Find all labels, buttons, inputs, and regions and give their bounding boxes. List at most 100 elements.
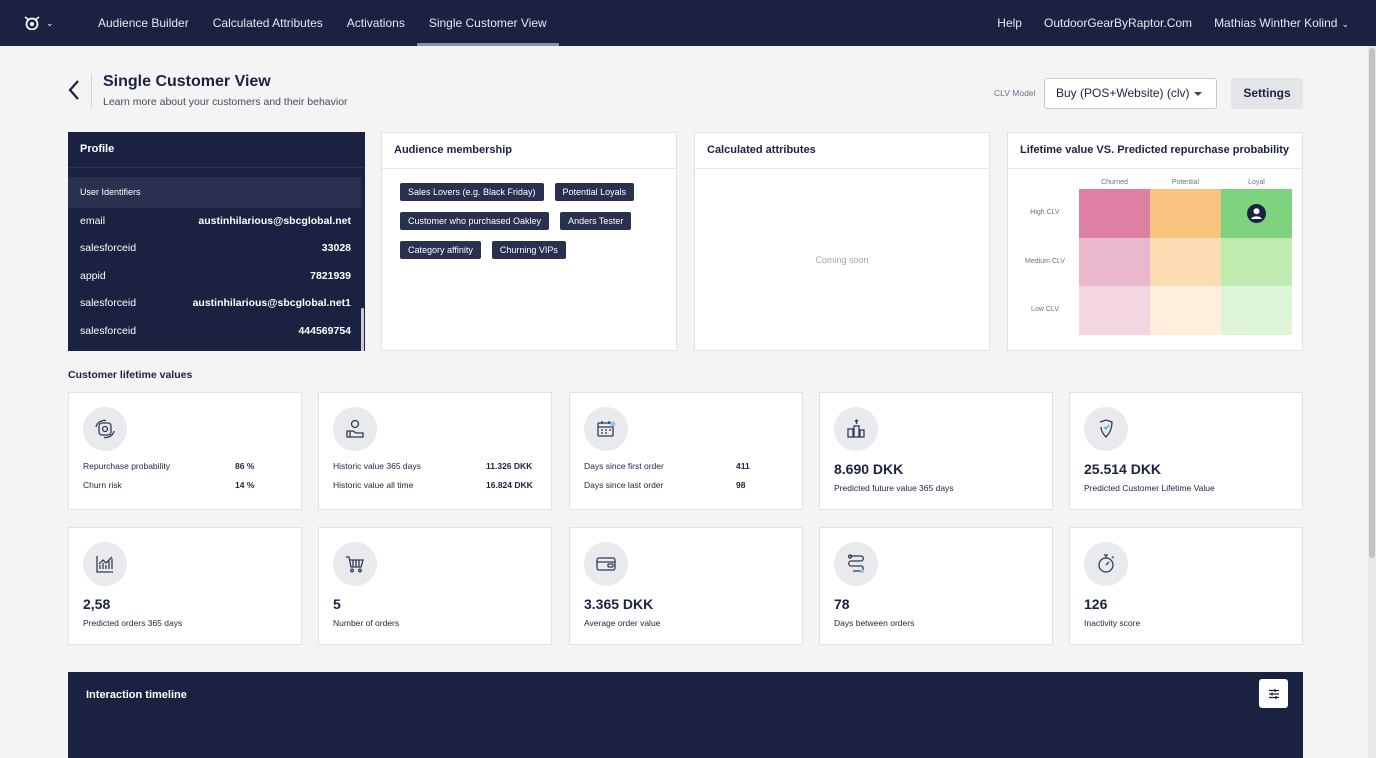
matrix-cell: [1150, 286, 1221, 335]
historic-value-icon: [333, 407, 377, 451]
metric-label: Churn risk: [83, 480, 122, 490]
matrix-cell: [1221, 237, 1292, 286]
ltv-matrix-card: Lifetime value VS. Predicted repurchase …: [1007, 132, 1303, 351]
clv-shield-icon: [1084, 407, 1128, 451]
audience-chip[interactable]: Anders Tester: [560, 212, 632, 230]
sliders-icon: [1268, 688, 1279, 699]
matrix-cell: [1079, 189, 1150, 238]
settings-button[interactable]: Settings: [1231, 78, 1303, 109]
matrix-column-label: Potential: [1171, 179, 1200, 186]
top-nav: ⌄ Audience Builder Calculated Attributes…: [0, 0, 1376, 46]
audience-chip[interactable]: Customer who purchased Oakley: [400, 212, 550, 230]
cart-icon: [333, 542, 377, 586]
user-name: Mathias Winther Kolind: [1214, 16, 1338, 30]
timeline-filter-button[interactable]: [1259, 679, 1288, 708]
metric-big-value: 5: [333, 596, 341, 612]
repurchase-icon: [83, 407, 127, 451]
nav-activations[interactable]: Activations: [335, 0, 417, 46]
metric-card-repurchase: Repurchase probability 86 % Churn risk 1…: [68, 392, 302, 510]
audience-chip[interactable]: Category affinity: [400, 241, 481, 259]
page-title: Single Customer View: [103, 73, 271, 90]
header-divider: [91, 74, 92, 108]
metric-card-historic-value: Historic value 365 days 11.326 DKK Histo…: [318, 392, 552, 510]
metric-caption: Predicted future value 365 days: [834, 483, 954, 493]
raptor-logo-icon: [24, 16, 40, 30]
app-logo-menu[interactable]: ⌄: [24, 16, 60, 30]
metric-card-average-order-value: 3.365 DKK Average order value: [569, 527, 803, 645]
metric-value: 16.824 DKK: [486, 480, 533, 490]
calculated-attributes-title: Calculated attributes: [695, 133, 989, 169]
matrix-cell: [1150, 189, 1221, 238]
metric-big-value: 25.514 DKK: [1084, 461, 1162, 477]
metric-caption: Number of orders: [333, 618, 400, 628]
growth-chart-icon: [83, 542, 127, 586]
matrix-cell: [1221, 286, 1292, 335]
metric-value: 86 %: [235, 461, 255, 471]
nav-calculated-attributes[interactable]: Calculated Attributes: [201, 0, 335, 46]
clv-model-select[interactable]: Buy (POS+Website) (clv): [1044, 78, 1217, 109]
page-scrollbar[interactable]: [1368, 46, 1376, 758]
route-icon: [834, 542, 878, 586]
identifier-scrollbar[interactable]: [361, 308, 364, 351]
metric-card-predicted-clv: 25.514 DKK Predicted Customer Lifetime V…: [1069, 392, 1303, 510]
identifier-key: salesforceid: [80, 297, 137, 310]
audience-chip[interactable]: Potential Loyals: [554, 183, 635, 201]
profile-card: Profile User Identifiers email austinhila…: [68, 132, 365, 351]
identifier-row: appid 7821939: [80, 263, 351, 290]
matrix-row-label: Low CLV: [1031, 306, 1059, 313]
metric-big-value: 2,58: [83, 596, 111, 612]
nav-audience-builder[interactable]: Audience Builder: [86, 0, 201, 46]
metric-big-value: 126: [1084, 596, 1108, 612]
metric-value: 411: [736, 461, 750, 471]
metric-label: Days since last order: [584, 480, 664, 490]
identifier-row: salesforceid 444569754: [80, 318, 351, 345]
metric-card-order-days: Days since first order 411 Days since la…: [569, 392, 803, 510]
back-button[interactable]: [64, 78, 86, 102]
identifier-value: austinhilarious@sbcglobal.net1: [192, 297, 351, 310]
chevron-down-icon: ⌄: [1341, 19, 1349, 29]
matrix-column-label: Churned: [1101, 179, 1128, 186]
matrix-cell: [1150, 237, 1221, 286]
metric-value: 98: [736, 480, 746, 490]
audience-membership-title: Audience membership: [382, 133, 676, 169]
metric-value: 11.326 DKK: [486, 461, 533, 471]
audience-chip[interactable]: Churning VIPs: [491, 241, 566, 259]
user-identifiers-header: User Identifiers: [68, 177, 361, 208]
profile-title: Profile: [68, 132, 365, 168]
page-subtitle: Learn more about your customers and thei…: [103, 96, 348, 108]
identifier-value: 444569754: [298, 324, 351, 337]
main-nav: Audience Builder Calculated Attributes A…: [86, 0, 559, 46]
coming-soon-text: Coming soon: [815, 255, 869, 265]
matrix-column-label: Loyal: [1248, 179, 1265, 186]
metric-card-predicted-orders: 2,58 Predicted orders 365 days: [68, 527, 302, 645]
metric-caption: Inactivity score: [1084, 618, 1141, 628]
metric-caption: Average order value: [584, 618, 661, 628]
metric-big-value: 3.365 DKK: [584, 596, 654, 612]
interaction-timeline: Interaction timeline: [68, 672, 1303, 758]
clv-section-title: Customer lifetime values: [68, 369, 193, 381]
audience-chip[interactable]: Sales Lovers (e.g. Black Friday): [400, 183, 544, 201]
identifier-key: email: [80, 215, 106, 227]
identifier-key: appid: [80, 269, 106, 282]
metric-big-value: 78: [834, 596, 850, 612]
nav-account[interactable]: OutdoorGearByRaptor.Com: [1033, 0, 1203, 46]
metric-big-value: 8.690 DKK: [834, 461, 904, 477]
coins-icon: [834, 407, 878, 451]
identifier-row: salesforceid 33028: [80, 235, 351, 262]
metric-label: Days since first order: [584, 461, 664, 471]
nav-help[interactable]: Help: [986, 0, 1033, 46]
metric-card-number-of-orders: 5 Number of orders: [318, 527, 552, 645]
metric-card-days-between-orders: 78 Days between orders: [819, 527, 1053, 645]
metric-label: Repurchase probability: [83, 461, 170, 471]
matrix-cell: [1079, 237, 1150, 286]
customer-avatar-icon: [1247, 204, 1266, 223]
stopwatch-icon: [1084, 542, 1128, 586]
identifier-key: salesforceid: [80, 324, 137, 337]
audience-membership-card: Audience membership Sales Lovers (e.g. B…: [381, 132, 677, 351]
user-menu[interactable]: Mathias Winther Kolind ⌄: [1203, 0, 1360, 46]
metric-value: 14 %: [235, 480, 255, 490]
scrollbar-thumb[interactable]: [1369, 48, 1375, 558]
matrix-cell: [1079, 286, 1150, 335]
metric-caption: Predicted orders 365 days: [83, 618, 183, 628]
nav-single-customer-view[interactable]: Single Customer View: [416, 0, 559, 46]
